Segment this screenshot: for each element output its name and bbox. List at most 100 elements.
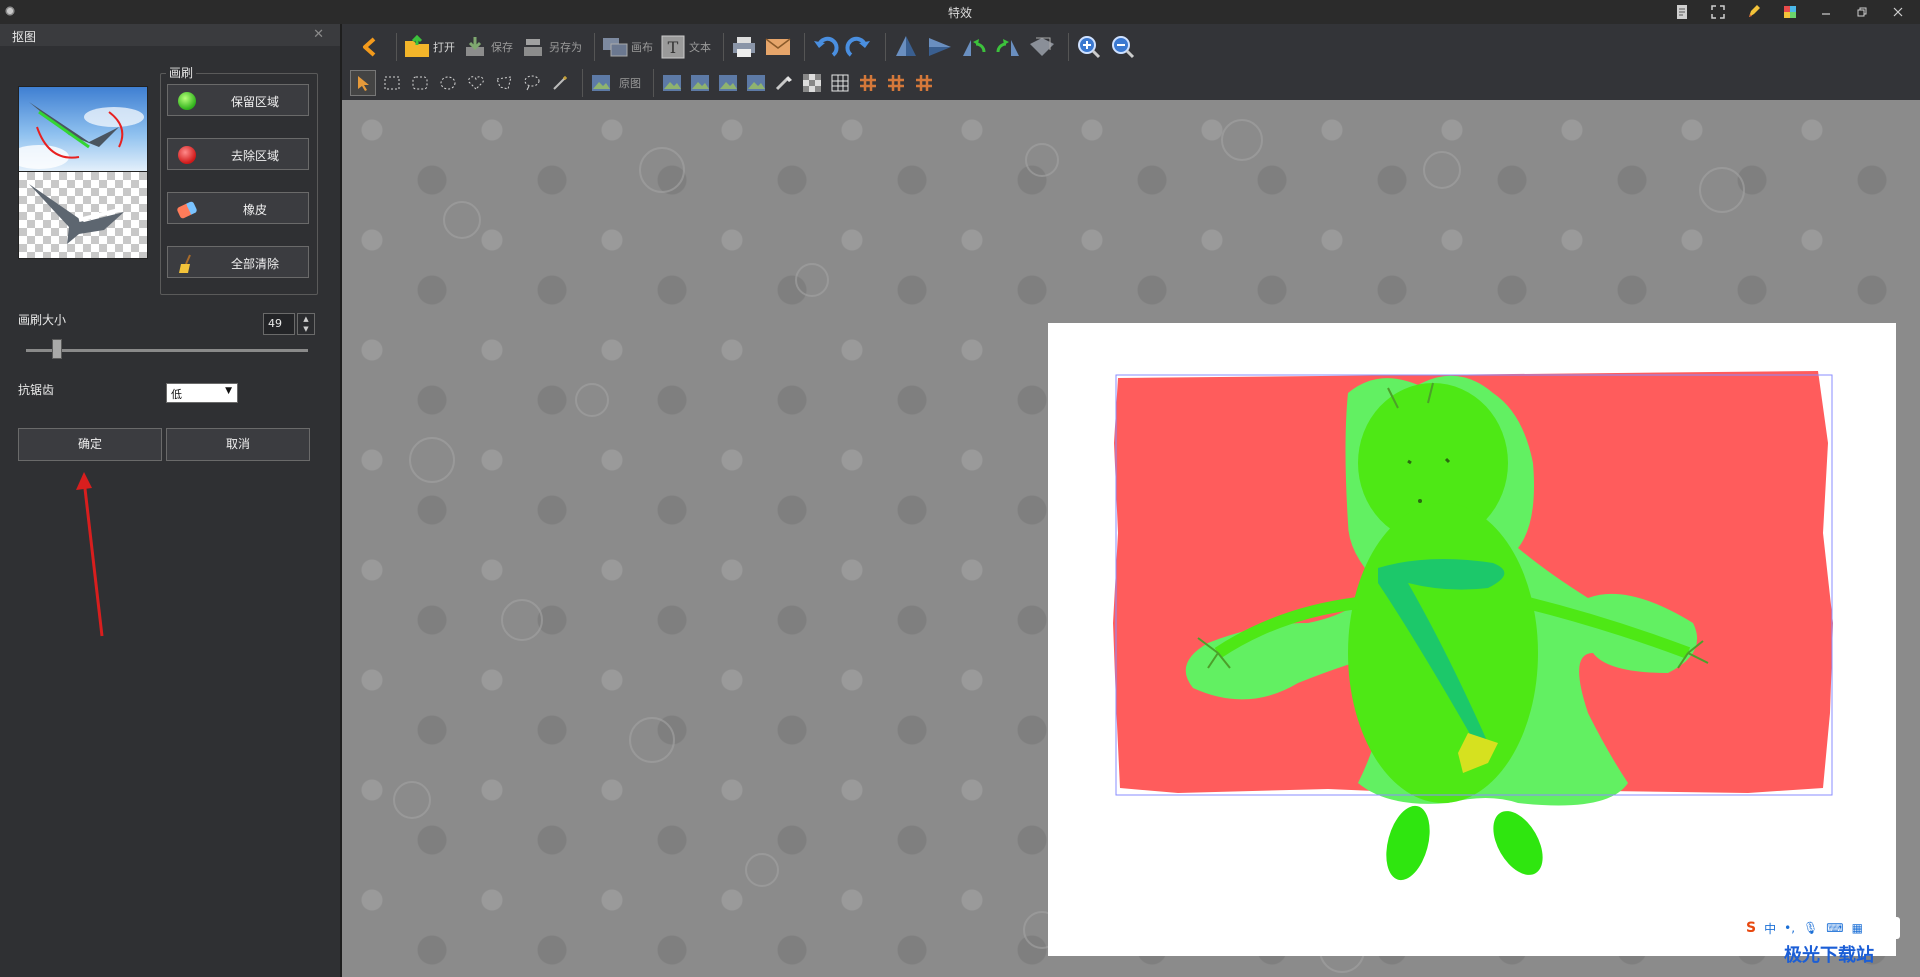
hash-tool-2[interactable] — [884, 71, 908, 95]
remove-area-button[interactable]: 去除区域 — [167, 138, 309, 170]
zoom-in-button[interactable] — [1075, 33, 1103, 61]
panel-header: 抠图 ✕ — [0, 24, 340, 46]
brush-size-stepper[interactable]: ▲ ▼ — [297, 313, 315, 335]
back-button[interactable] — [356, 33, 384, 61]
canvas-button[interactable]: 画布 — [601, 33, 653, 61]
original-image-label: 原图 — [619, 77, 641, 90]
zoom-out-button[interactable] — [1109, 33, 1137, 61]
document-icon[interactable] — [1666, 2, 1698, 22]
zoom-out-icon — [1109, 33, 1137, 61]
rounded-rect-select-tool[interactable] — [408, 71, 432, 95]
restore-icon[interactable] — [1846, 2, 1878, 22]
transparency-tool[interactable] — [800, 71, 824, 95]
hash-tool-1[interactable] — [856, 71, 880, 95]
effect-tool-3[interactable] — [716, 71, 740, 95]
brush-size-slider-thumb[interactable] — [52, 339, 62, 359]
ok-button[interactable]: 确定 — [18, 428, 162, 461]
cursor-icon — [358, 76, 369, 91]
heart-select-icon — [468, 76, 484, 90]
pointer-tool[interactable] — [350, 70, 376, 96]
save-as-icon — [519, 33, 547, 61]
stepper-up-icon[interactable]: ▲ — [298, 314, 314, 324]
pencil-icon[interactable] — [1738, 2, 1770, 22]
landscape-icon — [691, 75, 709, 91]
rotate-left-icon — [960, 33, 988, 61]
rounded-rect-select-icon — [412, 76, 428, 90]
email-button[interactable] — [764, 33, 792, 61]
fullscreen-icon[interactable] — [1702, 2, 1734, 22]
watermark: S 中 •, 🎙 ⌨ ▦ 极光下载站 — [1726, 917, 1912, 969]
toolbar-separator — [885, 33, 886, 61]
flip-vertical-button[interactable] — [892, 33, 920, 61]
minimize-icon[interactable] — [1810, 2, 1842, 22]
sogou-logo-icon: S — [1746, 920, 1757, 936]
antialias-label: 抗锯齿 — [18, 383, 55, 397]
cancel-button[interactable]: 取消 — [166, 428, 310, 461]
canvas-icon — [601, 33, 629, 61]
toolbar-separator — [1068, 33, 1069, 61]
image-canvas[interactable]: S 中 •, 🎙 ⌨ ▦ 极光下载站 — [342, 100, 1920, 977]
heart-select-tool[interactable] — [464, 71, 488, 95]
brush-size-input[interactable]: 49 — [263, 313, 295, 335]
open-label: 打开 — [433, 41, 455, 54]
panel-close-icon[interactable]: ✕ — [313, 27, 324, 42]
open-button[interactable]: 打开 — [403, 33, 455, 61]
text-label: 文本 — [689, 41, 711, 54]
grid-tool[interactable] — [828, 71, 852, 95]
magic-wand-tool[interactable] — [548, 71, 572, 95]
effect-tool-1[interactable] — [660, 71, 684, 95]
text-button[interactable]: T 文本 — [659, 33, 711, 61]
ime-toolbar[interactable]: S 中 •, 🎙 ⌨ ▦ — [1740, 917, 1900, 939]
landscape-icon — [663, 75, 681, 91]
print-button[interactable] — [730, 33, 758, 61]
save-as-button[interactable]: 另存为 — [519, 33, 582, 61]
effect-tool-4[interactable] — [744, 71, 768, 95]
clear-all-label: 全部清除 — [230, 257, 279, 271]
keep-area-button[interactable]: 保留区域 — [167, 84, 309, 116]
text-icon: T — [659, 33, 687, 61]
result-thumbnail[interactable] — [18, 171, 148, 259]
redo-button[interactable] — [845, 33, 873, 61]
rotate-left-button[interactable] — [960, 33, 988, 61]
hash-icon — [916, 75, 932, 91]
brush-icon — [775, 76, 792, 91]
brush-size-slider[interactable] — [26, 349, 308, 352]
lasso-select-tool[interactable] — [520, 71, 544, 95]
eraser-icon — [176, 200, 198, 220]
original-image-button[interactable]: 原图 — [589, 71, 641, 95]
main-toolbar: 打开 保存 另存为 画布 T 文本 原图 — [342, 24, 1920, 101]
keep-area-label: 保留区域 — [230, 95, 279, 109]
figure-nose — [1418, 499, 1422, 503]
transform-icon — [1028, 33, 1056, 61]
undo-button[interactable] — [811, 33, 839, 61]
brush-size-label: 画刷大小 — [18, 313, 67, 327]
hash-icon — [860, 75, 876, 91]
rotate-right-button[interactable] — [994, 33, 1022, 61]
save-button[interactable]: 保存 — [461, 33, 513, 61]
clear-all-button[interactable]: 全部清除 — [167, 246, 309, 278]
brush-tool[interactable] — [772, 71, 796, 95]
palette-icon[interactable] — [1774, 2, 1806, 22]
original-thumbnail[interactable] — [18, 86, 148, 174]
ellipse-select-tool[interactable] — [436, 71, 460, 95]
keyboard-icon: ⌨ — [1826, 921, 1844, 935]
stepper-down-icon[interactable]: ▼ — [298, 324, 314, 334]
antialias-value: 低 — [171, 388, 182, 401]
image-document[interactable] — [1048, 323, 1896, 956]
remove-area-label: 去除区域 — [230, 149, 279, 163]
rect-select-tool[interactable] — [380, 71, 404, 95]
close-icon[interactable] — [1882, 2, 1914, 22]
title-bar: 特效 — [0, 0, 1920, 24]
save-icon — [461, 33, 489, 61]
transform-button[interactable] — [1028, 33, 1056, 61]
toolbar-separator — [804, 33, 805, 61]
flip-horizontal-button[interactable] — [926, 33, 954, 61]
cutout-preview[interactable] — [1048, 323, 1896, 956]
ellipse-select-icon — [440, 76, 456, 90]
antialias-select[interactable]: 低 ▼ — [166, 383, 238, 403]
effect-tool-2[interactable] — [688, 71, 712, 95]
hash-tool-3[interactable] — [912, 71, 936, 95]
polygon-select-tool[interactable] — [492, 71, 516, 95]
green-circle-icon — [178, 92, 196, 110]
eraser-button[interactable]: 橡皮 — [167, 192, 309, 224]
